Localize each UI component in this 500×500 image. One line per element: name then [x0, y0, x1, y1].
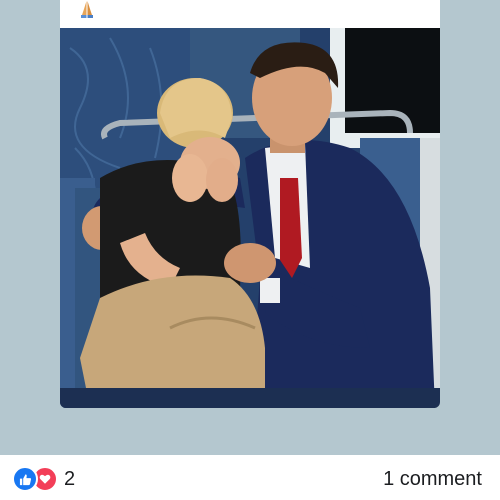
post-caption [78, 0, 96, 28]
feed-screen: 2 1 comment [0, 0, 500, 500]
like-icon [12, 466, 38, 492]
post-footer: 2 1 comment [0, 455, 500, 500]
folded-hands-icon [81, 1, 93, 18]
reaction-count: 2 [64, 467, 76, 490]
post-photo[interactable] [60, 28, 440, 408]
comments-link[interactable]: 1 comment [383, 466, 482, 492]
post-card [60, 0, 440, 408]
reactions-summary[interactable]: 2 [12, 466, 75, 492]
